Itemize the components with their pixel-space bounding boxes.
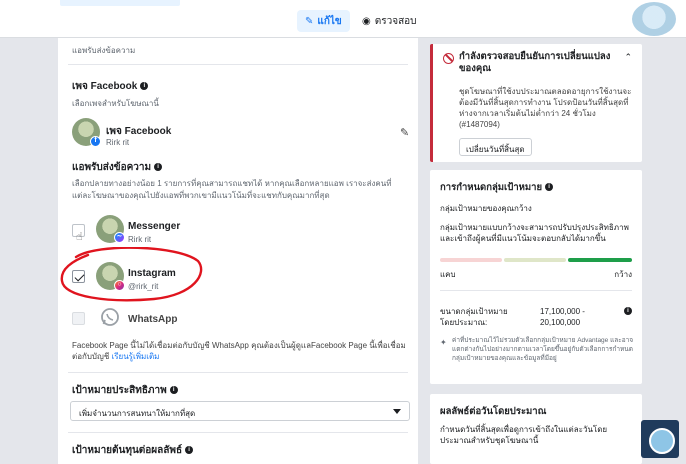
audience-size-value: 17,100,000 - 20,100,000 <box>540 307 585 327</box>
whatsapp-note: Facebook Page นี้ไม่ได้เชื่อมต่อกับบัญชี… <box>72 340 412 362</box>
divider <box>440 290 632 291</box>
pending-card-title: กำลังตรวจสอบยืนยันการเปลี่ยนแปลงของคุณ <box>459 51 611 74</box>
performance-goal-heading: เป้าหมายประสิทธิภาพ i <box>72 383 178 398</box>
pencil-icon: ✎ <box>305 15 314 27</box>
instagram-icon: ○ <box>114 280 125 291</box>
divider <box>68 432 408 433</box>
page-owner: Rirk rit <box>106 138 130 147</box>
top-bar: ✎ แก้ไข ◉ ตรวจสอบ <box>0 0 686 38</box>
messenger-label: Messenger <box>128 221 181 232</box>
info-icon[interactable]: i <box>624 307 632 315</box>
chevron-up-icon[interactable]: ⌃ <box>624 52 632 63</box>
whatsapp-checkbox[interactable] <box>72 312 85 325</box>
audience-note: ค่าที่ประมาณไว้ไม่รวมตัวเลือกกลุ่มเป้าหม… <box>452 337 634 362</box>
cost-per-result-heading: เป้าหมายต้นทุนต่อผลลัพธ์ i <box>72 443 194 458</box>
messaging-apps-title: แอพรับส่งข้อความ <box>72 162 152 173</box>
breadcrumb <box>60 0 180 6</box>
results-description: กำหนดวันที่สิ้นสุดเพื่อดูการเข้าถึงในแต่… <box>440 425 608 445</box>
cursor-hand-icon: ☝ <box>76 231 83 243</box>
eye-icon: ◉ <box>362 15 371 27</box>
audience-meter-narrow <box>440 258 502 262</box>
ad-set-editor-panel: แอพรับส่งข้อความ เพจ Facebook i เลือกเพจส… <box>58 38 418 464</box>
divider <box>68 372 408 373</box>
messaging-apps-description: เลือกปลายทางอย่างน้อย 1 รายการที่คุณสามา… <box>72 179 392 200</box>
facebook-icon: f <box>90 136 101 147</box>
chevron-down-icon <box>393 409 401 414</box>
info-icon[interactable]: i <box>545 183 554 192</box>
whatsapp-label: WhatsApp <box>128 314 178 325</box>
change-end-date-button[interactable]: เปลี่ยนวันที่สิ้นสุด <box>459 138 532 156</box>
review-button[interactable]: ◉ ตรวจสอบ <box>356 10 423 32</box>
broad-label: กว้าง <box>614 270 632 279</box>
info-icon[interactable]: i <box>185 446 194 455</box>
info-icon[interactable]: i <box>140 82 149 91</box>
facebook-page-heading: เพจ Facebook i <box>72 79 149 94</box>
messenger-icon: ∼ <box>114 232 125 243</box>
divider <box>68 64 408 65</box>
learn-more-link[interactable]: เรียนรู้เพิ่มเติม <box>111 352 159 361</box>
pending-changes-card: กำลังตรวจสอบยืนยันการเปลี่ยนแปลงของคุณ ⌃… <box>430 44 642 162</box>
breadcrumb-chip[interactable] <box>60 0 180 6</box>
audience-card: การกำหนดกลุ่มเป้าหมาย i กลุ่มเป้าหมายของค… <box>430 170 642 384</box>
avatar <box>641 420 679 458</box>
messaging-apps-heading: แอพรับส่งข้อความ i <box>72 160 163 175</box>
instagram-label: Instagram <box>128 268 176 279</box>
audience-meter-broad <box>568 258 632 262</box>
audience-description: กลุ่มเป้าหมายแบบกว้างจะสามารถปรับปรุงประ… <box>440 223 629 243</box>
messaging-app-subtitle: แอพรับส่งข้อความ <box>72 46 136 55</box>
performance-goal-select[interactable]: เพิ่มจำนวนการสนทนาให้มากที่สุด <box>70 401 410 421</box>
narrow-label: แคบ <box>440 270 456 279</box>
edit-button[interactable]: ✎ แก้ไข <box>297 10 350 32</box>
instagram-account: @rirk_rit <box>128 282 159 291</box>
info-icon[interactable]: i <box>154 163 163 172</box>
audience-title: การกำหนดกลุ่มเป้าหมาย <box>440 182 543 193</box>
facebook-page-title: เพจ Facebook <box>72 81 138 92</box>
error-icon <box>443 53 454 64</box>
audience-meter-mid <box>504 258 566 262</box>
sparkle-icon: ✦ <box>440 338 447 347</box>
page-name: เพจ Facebook <box>106 126 172 137</box>
audience-size-label: ขนาดกลุ่มเป้าหมายโดยประมาณ: <box>440 307 508 327</box>
results-title: ผลลัพธ์ต่อวันโดยประมาณ <box>440 406 547 417</box>
messenger-account: Rirk rit <box>128 235 152 244</box>
audience-heading: การกำหนดกลุ่มเป้าหมาย i <box>440 180 554 195</box>
info-icon[interactable]: i <box>169 386 178 395</box>
cost-per-result-title: เป้าหมายต้นทุนต่อผลลัพธ์ <box>72 445 183 456</box>
audience-subtitle: กลุ่มเป้าหมายของคุณกว้าง <box>440 204 532 213</box>
daily-results-card: ผลลัพธ์ต่อวันโดยประมาณ กำหนดวันที่สิ้นสุ… <box>430 394 642 464</box>
performance-goal-title: เป้าหมายประสิทธิภาพ <box>72 385 167 396</box>
avatar[interactable] <box>632 2 676 36</box>
pencil-icon[interactable]: ✎ <box>400 126 409 139</box>
edit-label: แก้ไข <box>317 15 342 27</box>
facebook-page-subtitle: เลือกเพจสำหรับโฆษณานี้ <box>72 99 159 108</box>
performance-goal-value: เพิ่มจำนวนการสนทนาให้มากที่สุด <box>79 409 196 418</box>
instagram-checkbox[interactable] <box>72 270 85 283</box>
review-label: ตรวจสอบ <box>374 15 417 27</box>
pending-card-body: ชุดโฆษณาที่ใช้งบประมาณตลอดอายุการใช้งานจ… <box>459 87 632 129</box>
whatsapp-icon <box>96 308 124 328</box>
